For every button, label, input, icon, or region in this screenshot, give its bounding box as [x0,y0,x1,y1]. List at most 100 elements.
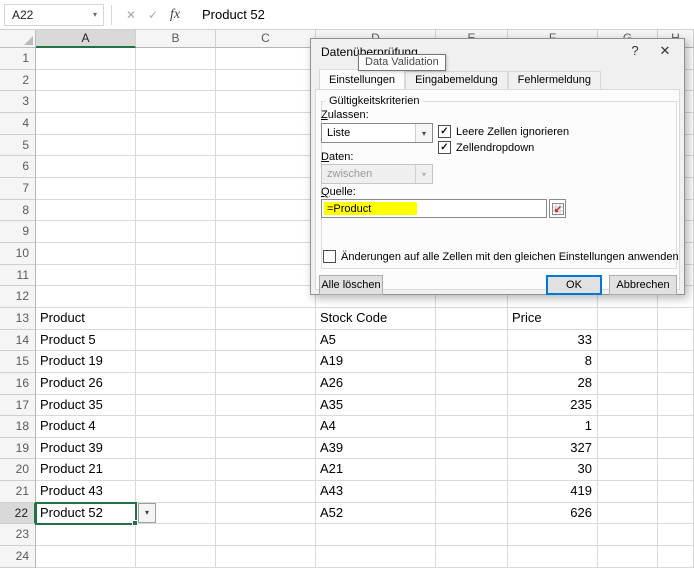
cell-B6[interactable] [136,156,216,178]
cell-H15[interactable] [658,351,694,373]
apply-all-checkbox[interactable]: Änderungen auf alle Zellen mit den gleic… [323,250,679,263]
cell-B7[interactable] [136,177,216,200]
row-header-11[interactable]: 11 [0,264,36,287]
cell-G13[interactable] [598,307,658,330]
allow-dropdown[interactable]: Liste ▾ [321,123,433,143]
cell-E14[interactable] [436,329,508,352]
cell-B3[interactable] [136,91,216,113]
cell-F19[interactable]: 327 [508,437,598,460]
cell-A24[interactable] [36,546,136,568]
cell-G21[interactable] [598,481,658,503]
cell-G19[interactable] [598,437,658,460]
cell-dropdown-button[interactable]: ▾ [138,502,156,523]
cell-B10[interactable] [136,242,216,265]
cell-H24[interactable] [658,546,694,568]
cell-C12[interactable] [216,286,316,308]
cell-B12[interactable] [136,286,216,308]
ok-button[interactable]: OK [546,275,602,295]
row-header-5[interactable]: 5 [0,134,36,157]
cell-E16[interactable] [436,372,508,395]
cell-D15[interactable]: A19 [316,351,436,373]
cell-A3[interactable] [36,91,136,113]
cell-C17[interactable] [216,394,316,417]
row-header-7[interactable]: 7 [0,177,36,200]
cell-B14[interactable] [136,329,216,352]
cell-A17[interactable]: Product 35 [36,394,136,417]
cell-B11[interactable] [136,264,216,287]
cell-D24[interactable] [316,546,436,568]
cell-C22[interactable] [216,502,316,525]
cancel-icon[interactable]: ✕ [120,8,142,22]
cell-B5[interactable] [136,134,216,157]
tab-eingabemeldung[interactable]: Eingabemeldung [405,71,508,89]
cell-F23[interactable] [508,524,598,547]
cell-G24[interactable] [598,546,658,568]
row-header-12[interactable]: 12 [0,286,36,308]
cell-A9[interactable] [36,221,136,243]
cell-G17[interactable] [598,394,658,417]
tab-einstellungen[interactable]: Einstellungen [319,69,406,89]
ignore-blank-checkbox[interactable]: ✓ Leere Zellen ignorieren [438,125,569,138]
cell-A4[interactable] [36,112,136,135]
cell-D16[interactable]: A26 [316,372,436,395]
cell-C7[interactable] [216,177,316,200]
cell-A23[interactable] [36,524,136,547]
cell-D14[interactable]: A5 [316,329,436,352]
close-icon[interactable]: ✕ [656,43,674,59]
row-header-16[interactable]: 16 [0,372,36,395]
cell-H18[interactable] [658,416,694,438]
cell-A5[interactable] [36,134,136,157]
cell-H20[interactable] [658,459,694,482]
cell-E24[interactable] [436,546,508,568]
row-header-14[interactable]: 14 [0,329,36,352]
enter-icon[interactable]: ✓ [142,8,164,22]
select-all-corner[interactable] [0,30,36,48]
cell-B13[interactable] [136,307,216,330]
cell-E18[interactable] [436,416,508,438]
cell-H17[interactable] [658,394,694,417]
name-box[interactable]: A22 ▾ [4,3,104,26]
cell-D21[interactable]: A43 [316,481,436,503]
cell-C1[interactable] [216,48,316,70]
cell-A8[interactable] [36,199,136,222]
row-header-19[interactable]: 19 [0,437,36,460]
cell-F16[interactable]: 28 [508,372,598,395]
cell-G16[interactable] [598,372,658,395]
cell-A16[interactable]: Product 26 [36,372,136,395]
cell-F22[interactable]: 626 [508,502,598,525]
row-header-10[interactable]: 10 [0,242,36,265]
cell-B17[interactable] [136,394,216,417]
cell-C19[interactable] [216,437,316,460]
cell-E17[interactable] [436,394,508,417]
cell-B18[interactable] [136,416,216,438]
cell-D20[interactable]: A21 [316,459,436,482]
row-header-4[interactable]: 4 [0,112,36,135]
in-cell-dropdown-checkbox[interactable]: ✓ Zellendropdown [438,141,534,154]
help-icon[interactable]: ? [626,43,644,58]
cell-B23[interactable] [136,524,216,547]
cell-D13[interactable]: Stock Code [316,307,436,330]
cell-B19[interactable] [136,437,216,460]
formula-input[interactable]: Product 52 [202,7,265,22]
row-header-18[interactable]: 18 [0,416,36,438]
row-header-3[interactable]: 3 [0,91,36,113]
cell-C14[interactable] [216,329,316,352]
cell-G23[interactable] [598,524,658,547]
cancel-button[interactable]: Abbrechen [609,275,677,295]
cell-A19[interactable]: Product 39 [36,437,136,460]
cell-D18[interactable]: A4 [316,416,436,438]
cell-A12[interactable] [36,286,136,308]
cell-F21[interactable]: 419 [508,481,598,503]
row-header-8[interactable]: 8 [0,199,36,222]
row-header-22[interactable]: 22 [0,502,36,525]
cell-C24[interactable] [216,546,316,568]
cell-B1[interactable] [136,48,216,70]
cell-F14[interactable]: 33 [508,329,598,352]
cell-A2[interactable] [36,69,136,92]
cell-F13[interactable]: Price [508,307,598,330]
cell-B15[interactable] [136,351,216,373]
cell-C10[interactable] [216,242,316,265]
cell-E19[interactable] [436,437,508,460]
clear-all-button[interactable]: Alle löschen [319,275,383,295]
cell-F24[interactable] [508,546,598,568]
